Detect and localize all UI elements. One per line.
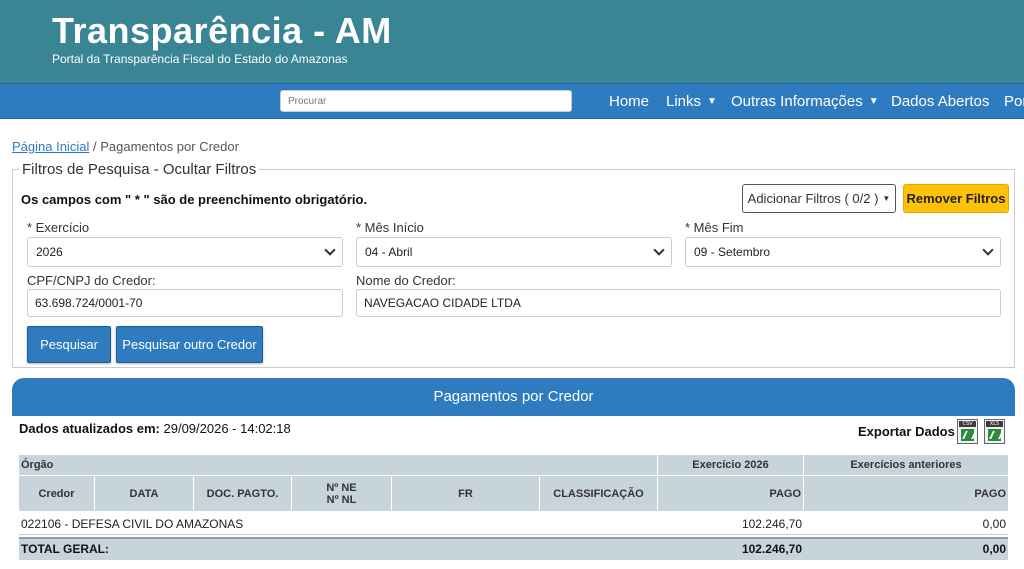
chevron-down-icon: [982, 244, 994, 256]
search-button[interactable]: Pesquisar: [27, 326, 111, 363]
add-filters-button[interactable]: Adicionar Filtros ( 0/2 ) ▼: [742, 184, 896, 213]
nav-dados-abertos[interactable]: Dados Abertos: [891, 93, 989, 110]
nav-item-overflow[interactable]: Por: [1004, 93, 1024, 110]
credor-column-header[interactable]: Credor: [19, 476, 94, 511]
ne-nl-column-header[interactable]: Nº NE Nº NL: [292, 476, 391, 511]
nav-home[interactable]: Home: [609, 93, 649, 110]
row-pago: 102.246,70: [741, 517, 802, 531]
doc-pagto-column-header[interactable]: DOC. PAGTO.: [194, 476, 291, 511]
last-updated-value: 29/09/2026 - 14:02:18: [163, 421, 291, 436]
site-subtitle: Portal da Transparência Fiscal do Estado…: [52, 52, 348, 66]
total-pago: 102.246,70: [741, 542, 802, 556]
breadcrumb-separator: /: [92, 139, 97, 154]
export-xls-icon[interactable]: XLS: [984, 419, 1005, 444]
exercicios-anteriores-header: Exercícios anteriores: [850, 459, 962, 471]
pago-column-header[interactable]: PAGO: [658, 476, 801, 511]
site-header: Transparência - AM Portal da Transparênc…: [0, 0, 1024, 83]
export-data-label: Exportar Dados: [858, 424, 955, 439]
caret-down-icon: ▼: [868, 96, 879, 107]
export-csv-icon[interactable]: CSV: [957, 419, 978, 444]
mes-inicio-select[interactable]: 04 - Abril: [356, 237, 672, 267]
exercicio-label: * Exercício: [27, 220, 90, 235]
site-title[interactable]: Transparência - AM: [52, 10, 392, 52]
nav-dados-abertos-label: Dados Abertos: [891, 93, 990, 110]
nl-header-label: Nº NL: [326, 493, 357, 506]
remove-filters-button[interactable]: Remover Filtros: [903, 184, 1009, 213]
nav-outras-label: Outras Informações: [731, 93, 863, 110]
spreadsheet-icon: [988, 429, 1001, 441]
caret-down-icon: ▼: [707, 96, 717, 107]
row-orgao: 022106 - DEFESA CIVIL DO AMAZONAS: [21, 517, 244, 531]
mes-fim-label: * Mês Fim: [685, 220, 744, 235]
cpf-cnpj-label: CPF/CNPJ do Credor:: [27, 273, 156, 288]
total-pago-anteriores: 0,00: [982, 542, 1006, 556]
pago-anteriores-column-header[interactable]: PAGO: [804, 476, 1006, 511]
xls-tag: XLS: [986, 421, 1003, 427]
nav-links-label: Links: [666, 93, 702, 110]
exercicio-value: 2026: [36, 245, 63, 259]
mes-fim-select[interactable]: 09 - Setembro: [685, 237, 1001, 267]
filters-toggle-legend[interactable]: Filtros de Pesquisa - Ocultar Filtros: [19, 161, 260, 178]
nav-overflow-label: Por: [1004, 93, 1024, 110]
cpf-cnpj-input[interactable]: [27, 289, 343, 317]
required-fields-note: Os campos com " * " são de preenchimento…: [21, 192, 368, 207]
csv-tag: CSV: [959, 421, 976, 427]
nav-outras-informacoes-dropdown[interactable]: Outras Informações ▼: [731, 93, 879, 110]
breadcrumb-current: Pagamentos por Credor: [100, 139, 239, 154]
results-panel-title: Pagamentos por Credor: [12, 378, 1015, 416]
mes-inicio-label: * Mês Início: [356, 220, 424, 235]
search-input[interactable]: [280, 90, 572, 112]
spreadsheet-icon: [961, 429, 974, 441]
last-updated-label: Dados atualizados em:: [19, 421, 160, 436]
mes-fim-value: 09 - Setembro: [694, 245, 771, 259]
chevron-down-icon: [653, 244, 665, 256]
caret-down-icon: ▼: [882, 194, 891, 203]
fr-column-header[interactable]: FR: [392, 476, 539, 511]
search-filters-panel: Filtros de Pesquisa - Ocultar Filtros Os…: [12, 161, 1015, 368]
nome-credor-label: Nome do Credor:: [356, 273, 456, 288]
nav-links-dropdown[interactable]: Links ▼: [666, 93, 717, 110]
ne-header-label: Nº NE: [326, 481, 357, 494]
chevron-down-icon: [324, 244, 336, 256]
mes-inicio-value: 04 - Abril: [365, 245, 413, 259]
data-column-header[interactable]: DATA: [95, 476, 193, 511]
last-updated: Dados atualizados em: 29/09/2026 - 14:02…: [19, 421, 291, 436]
main-nav: Home Links ▼ Outras Informações ▼ Dados Ab…: [0, 83, 1024, 119]
breadcrumb-home-link[interactable]: Página Inicial: [12, 139, 89, 154]
row-divider: [19, 534, 1008, 535]
orgao-header: Órgão: [21, 459, 54, 471]
exercicio-2026-header: Exercício 2026: [692, 459, 769, 471]
breadcrumb: Página Inicial / Pagamentos por Credor: [12, 139, 239, 154]
nome-credor-input[interactable]: [356, 289, 1001, 317]
total-label: TOTAL GERAL:: [21, 542, 109, 556]
classificacao-column-header[interactable]: CLASSIFICAÇÃO: [540, 476, 657, 511]
exercicio-select[interactable]: 2026: [27, 237, 343, 267]
row-pago-anteriores: 0,00: [982, 517, 1006, 531]
add-filters-label: Adicionar Filtros ( 0/2 ): [747, 191, 879, 206]
nav-home-label: Home: [609, 93, 650, 110]
search-other-credor-button[interactable]: Pesquisar outro Credor: [116, 326, 263, 363]
